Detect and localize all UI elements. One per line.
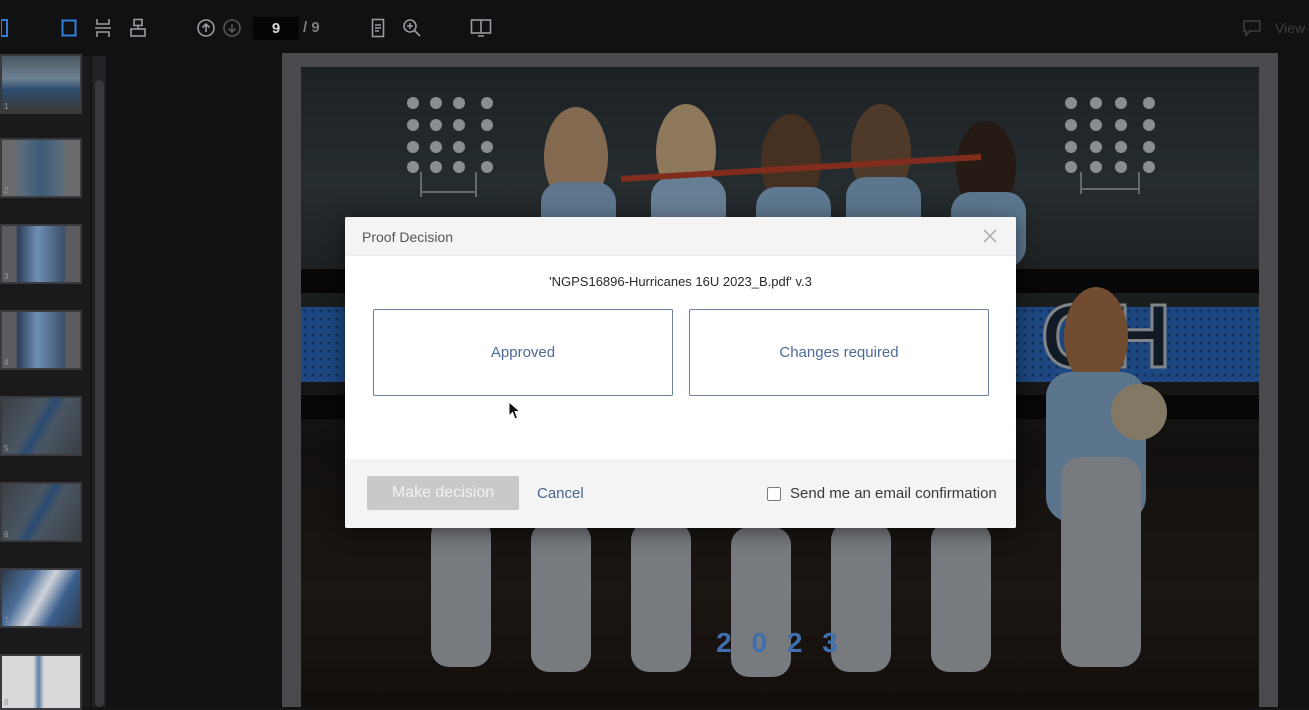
viewer-toolbar: 9 / 9 View xyxy=(0,0,1309,56)
page-up-icon[interactable] xyxy=(195,17,217,39)
page-thumbnail[interactable]: 6 xyxy=(0,482,82,542)
proof-file-name: 'NGPS16896-Hurricanes 16U 2023_B.pdf' v.… xyxy=(549,274,812,289)
page-number-input[interactable]: 9 xyxy=(253,17,299,40)
close-icon[interactable] xyxy=(981,227,999,245)
email-confirmation-checkbox[interactable] xyxy=(767,487,781,501)
approved-option-button[interactable]: Approved xyxy=(373,309,673,396)
thumbnail-number: 2 xyxy=(4,186,9,195)
two-page-icon[interactable] xyxy=(127,17,149,39)
comment-icon[interactable] xyxy=(1242,17,1264,39)
poster-year: 2 0 2 3 xyxy=(716,627,844,658)
view-label[interactable]: View xyxy=(1275,20,1305,36)
page-thumbnail[interactable]: 7 xyxy=(0,568,82,628)
page-thumbnail[interactable]: 3 xyxy=(0,224,82,284)
fit-page-icon[interactable] xyxy=(367,17,389,39)
page-thumbnail[interactable]: 8 xyxy=(0,654,82,710)
page-down-icon[interactable] xyxy=(221,17,243,39)
dialog-footer: Make decision Cancel Send me an email co… xyxy=(345,459,1016,528)
dialog-title: Proof Decision xyxy=(362,229,454,245)
thumbnail-number: 5 xyxy=(4,444,9,453)
single-page-icon[interactable] xyxy=(58,17,80,39)
zoom-icon[interactable] xyxy=(401,17,423,39)
page-thumbnail[interactable]: 1 xyxy=(0,54,82,114)
thumbnail-number: 1 xyxy=(4,102,9,111)
thumbnail-number: 3 xyxy=(4,272,9,281)
page-thumbnail[interactable]: 4 xyxy=(0,310,82,370)
mouse-cursor-icon xyxy=(508,401,522,420)
sidebar-toggle-icon[interactable] xyxy=(0,17,10,39)
thumbnail-number: 6 xyxy=(4,530,9,539)
sidebar-scroll-thumb[interactable] xyxy=(95,80,104,707)
email-confirmation-label[interactable]: Send me an email confirmation xyxy=(790,485,997,502)
compare-icon[interactable] xyxy=(470,17,492,39)
cancel-button[interactable]: Cancel xyxy=(537,485,584,502)
changes-required-option-button[interactable]: Changes required xyxy=(689,309,989,396)
make-decision-button[interactable]: Make decision xyxy=(367,476,519,510)
thumbnail-number: 8 xyxy=(4,698,9,707)
thumbnail-sidebar: 1 2 3 4 5 6 7 8 xyxy=(0,54,90,710)
continuous-scroll-icon[interactable] xyxy=(92,17,114,39)
page-thumbnail[interactable]: 5 xyxy=(0,396,82,456)
dialog-header: Proof Decision xyxy=(345,217,1016,256)
thumbnail-number: 7 xyxy=(4,616,9,625)
thumbnail-number: 4 xyxy=(4,358,9,367)
proof-decision-dialog: Proof Decision 'NGPS16896-Hurricanes 16U… xyxy=(345,217,1016,528)
page-thumbnail[interactable]: 2 xyxy=(0,138,82,198)
page-total: / 9 xyxy=(303,19,320,36)
